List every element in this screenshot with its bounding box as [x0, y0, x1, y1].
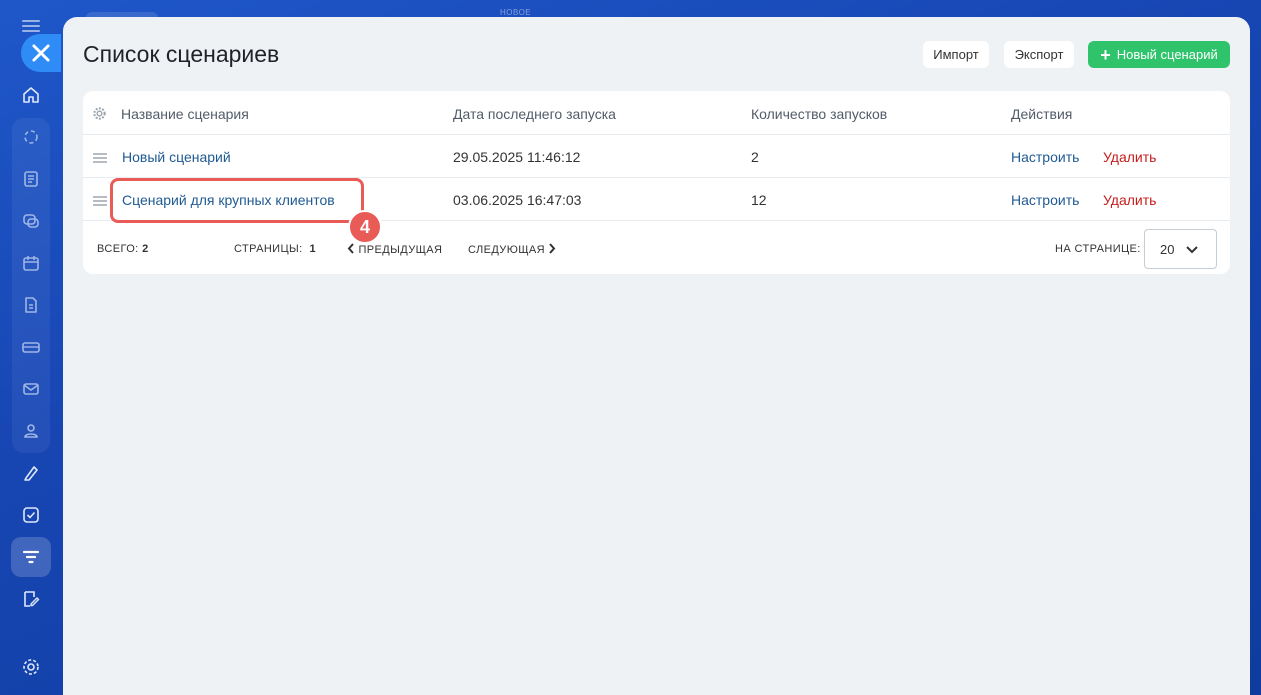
chat-icon[interactable] — [11, 201, 51, 241]
step-badge: 4 — [348, 210, 382, 244]
total-label: ВСЕГО: — [97, 243, 139, 255]
delete-link[interactable]: Удалить — [1103, 149, 1156, 165]
new-scenario-button[interactable]: + Новый сценарий — [1088, 41, 1230, 68]
total-count: ВСЕГО: 2 — [97, 243, 149, 255]
scenario-name-link[interactable]: Новый сценарий — [122, 149, 231, 165]
checkbox-icon[interactable] — [11, 495, 51, 535]
page-title: Список сценариев — [83, 41, 280, 67]
top-label: НОВОЕ — [500, 8, 532, 17]
delete-link[interactable]: Удалить — [1103, 192, 1156, 208]
per-page-value: 20 — [1160, 242, 1175, 257]
header-actions: Действия — [1011, 106, 1073, 122]
chevron-right-icon — [549, 243, 556, 254]
per-page-select[interactable]: 20 — [1144, 229, 1217, 269]
document-icon[interactable] — [11, 285, 51, 325]
left-sidebar — [0, 0, 62, 695]
drag-handle-icon[interactable] — [93, 153, 107, 165]
configure-link[interactable]: Настроить — [1011, 149, 1079, 165]
chevron-left-icon — [347, 243, 354, 254]
import-button[interactable]: Импорт — [923, 41, 989, 68]
last-run-cell: 03.06.2025 16:47:03 — [453, 192, 582, 208]
scenarios-table: Название сценария Дата последнего запуск… — [83, 91, 1230, 274]
filter-icon[interactable] — [11, 537, 51, 577]
edit-icon[interactable] — [11, 579, 51, 619]
drag-handle-icon[interactable] — [93, 196, 107, 208]
menu-icon[interactable] — [22, 20, 40, 32]
per-page-label: НА СТРАНИЦЕ: — [1055, 243, 1141, 255]
prev-page-button[interactable]: ПРЕДЫДУЩАЯ — [347, 243, 442, 256]
plus-icon: + — [1100, 44, 1111, 65]
pages-value: 1 — [309, 243, 317, 255]
tasks-icon[interactable] — [11, 159, 51, 199]
new-scenario-label: Новый сценарий — [1116, 47, 1218, 62]
configure-link[interactable]: Настроить — [1011, 192, 1079, 208]
prev-page-label: ПРЕДЫДУЩАЯ — [358, 244, 443, 256]
export-button[interactable]: Экспорт — [1004, 41, 1074, 68]
header-name[interactable]: Название сценария — [121, 106, 249, 122]
sign-icon[interactable] — [11, 453, 51, 493]
table-header: Название сценария Дата последнего запуск… — [83, 91, 1230, 135]
crm-icon[interactable] — [11, 117, 51, 157]
close-icon[interactable] — [21, 34, 61, 72]
run-count-cell: 2 — [751, 149, 759, 165]
chevron-down-icon — [1186, 246, 1198, 254]
annotation-highlight — [110, 178, 364, 223]
header-last-run[interactable]: Дата последнего запуска — [453, 106, 616, 122]
main-panel: Список сценариев Импорт Экспорт + Новый … — [63, 17, 1250, 695]
run-count-cell: 12 — [751, 192, 767, 208]
header-count[interactable]: Количество запусков — [751, 106, 887, 122]
total-value: 2 — [142, 243, 149, 255]
last-run-cell: 29.05.2025 11:46:12 — [453, 149, 581, 165]
payment-icon[interactable] — [11, 327, 51, 367]
home-icon[interactable] — [11, 75, 51, 115]
gear-icon[interactable] — [92, 106, 107, 121]
next-page-button[interactable]: СЛЕДУЮЩАЯ — [468, 243, 556, 256]
next-page-label: СЛЕДУЮЩАЯ — [468, 244, 546, 256]
mail-icon[interactable] — [11, 369, 51, 409]
settings-icon[interactable] — [11, 647, 51, 687]
pages-info: СТРАНИЦЫ: 1 — [234, 243, 316, 255]
table-row: Новый сценарий 29.05.2025 11:46:12 2 Нас… — [83, 136, 1230, 178]
contacts-icon[interactable] — [11, 411, 51, 451]
pages-label: СТРАНИЦЫ: — [234, 243, 303, 255]
calendar-icon[interactable] — [11, 243, 51, 283]
